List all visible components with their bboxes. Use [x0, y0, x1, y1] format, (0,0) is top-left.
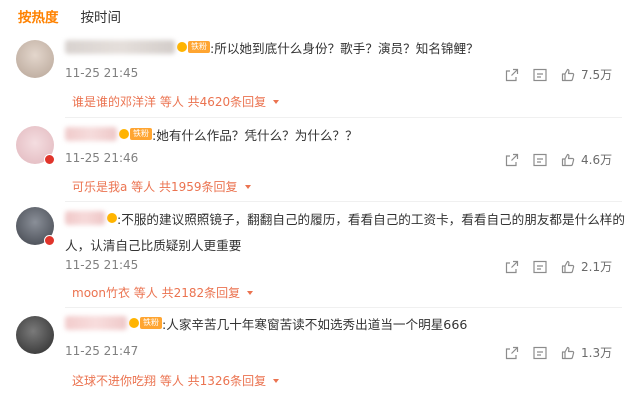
- reply-summary[interactable]: 这球不进你吃翔 等人 共1326条回复: [72, 372, 280, 389]
- comment-text: :人家辛苦几十年寒窗苦读不如选秀出道当一个明星666: [162, 316, 468, 332]
- share-icon[interactable]: [505, 346, 519, 360]
- crown-icon: [119, 129, 129, 139]
- comment-text: :所以她到底什么身份？歌手？演员？知名锦鲤？: [210, 40, 479, 56]
- comment-text: :不服的建议照照镜子，翻翻自己的履历，看看自己的工资卡，看看自己的朋友都是什么样…: [117, 211, 625, 227]
- comment-text-continued: 人，认清自己比质疑别人更重要: [65, 238, 242, 253]
- comment-time: 11-25 21:45: [65, 258, 139, 272]
- share-icon[interactable]: [505, 260, 519, 274]
- like-count: 4.6万: [581, 153, 613, 167]
- chevron-down-icon[interactable]: [273, 99, 280, 104]
- crown-icon: [177, 42, 187, 52]
- like-count: 7.5万: [581, 68, 613, 82]
- reply-summary[interactable]: 谁是谁的邓洋洋 等人 共4620条回复: [72, 93, 280, 110]
- like-icon[interactable]: [561, 153, 575, 167]
- comment-actions: 2.1万: [505, 258, 612, 275]
- fan-badge: [107, 213, 117, 223]
- chevron-down-icon[interactable]: [247, 290, 254, 295]
- reply-summary[interactable]: moon竹衣 等人 共2182条回复: [72, 284, 254, 301]
- like-count: 2.1万: [581, 260, 613, 274]
- sort-tabs: 按热度 按时间: [18, 6, 121, 26]
- comment-icon[interactable]: [533, 346, 547, 360]
- username[interactable]: [65, 40, 175, 54]
- comment-time: 11-25 21:45: [65, 66, 139, 80]
- tab-by-time[interactable]: 按时间: [81, 6, 122, 26]
- crown-icon: [107, 213, 117, 223]
- verified-badge-icon: [44, 154, 55, 165]
- avatar[interactable]: [16, 316, 54, 354]
- comment-actions: 7.5万: [505, 66, 612, 83]
- fan-badge: 铁粉: [129, 317, 162, 329]
- crown-icon: [129, 318, 139, 328]
- verified-badge-icon: [44, 235, 55, 246]
- comment-icon[interactable]: [533, 153, 547, 167]
- share-icon[interactable]: [505, 68, 519, 82]
- comment-icon[interactable]: [533, 68, 547, 82]
- divider: [65, 201, 622, 202]
- like-icon[interactable]: [561, 68, 575, 82]
- reply-summary[interactable]: 可乐是我a 等人 共1959条回复: [72, 178, 251, 195]
- comment-time: 11-25 21:46: [65, 151, 139, 165]
- tab-by-popularity[interactable]: 按热度: [18, 6, 59, 26]
- chevron-down-icon[interactable]: [244, 184, 251, 189]
- divider: [65, 117, 622, 118]
- fan-badge: 铁粉: [119, 128, 152, 140]
- avatar[interactable]: [16, 40, 54, 78]
- comment-actions: 1.3万: [505, 344, 612, 361]
- share-icon[interactable]: [505, 153, 519, 167]
- fan-badge: 铁粉: [177, 41, 210, 53]
- comment-time: 11-25 21:47: [65, 344, 139, 358]
- like-icon[interactable]: [561, 260, 575, 274]
- username[interactable]: [65, 127, 117, 141]
- divider: [65, 307, 622, 308]
- like-icon[interactable]: [561, 346, 575, 360]
- chevron-down-icon[interactable]: [273, 378, 280, 383]
- comment-text: :她有什么作品？凭什么？为什么？？: [152, 127, 358, 143]
- comment-icon[interactable]: [533, 260, 547, 274]
- like-count: 1.3万: [581, 346, 613, 360]
- comment-actions: 4.6万: [505, 151, 612, 168]
- username[interactable]: [65, 211, 105, 225]
- username[interactable]: [65, 316, 127, 330]
